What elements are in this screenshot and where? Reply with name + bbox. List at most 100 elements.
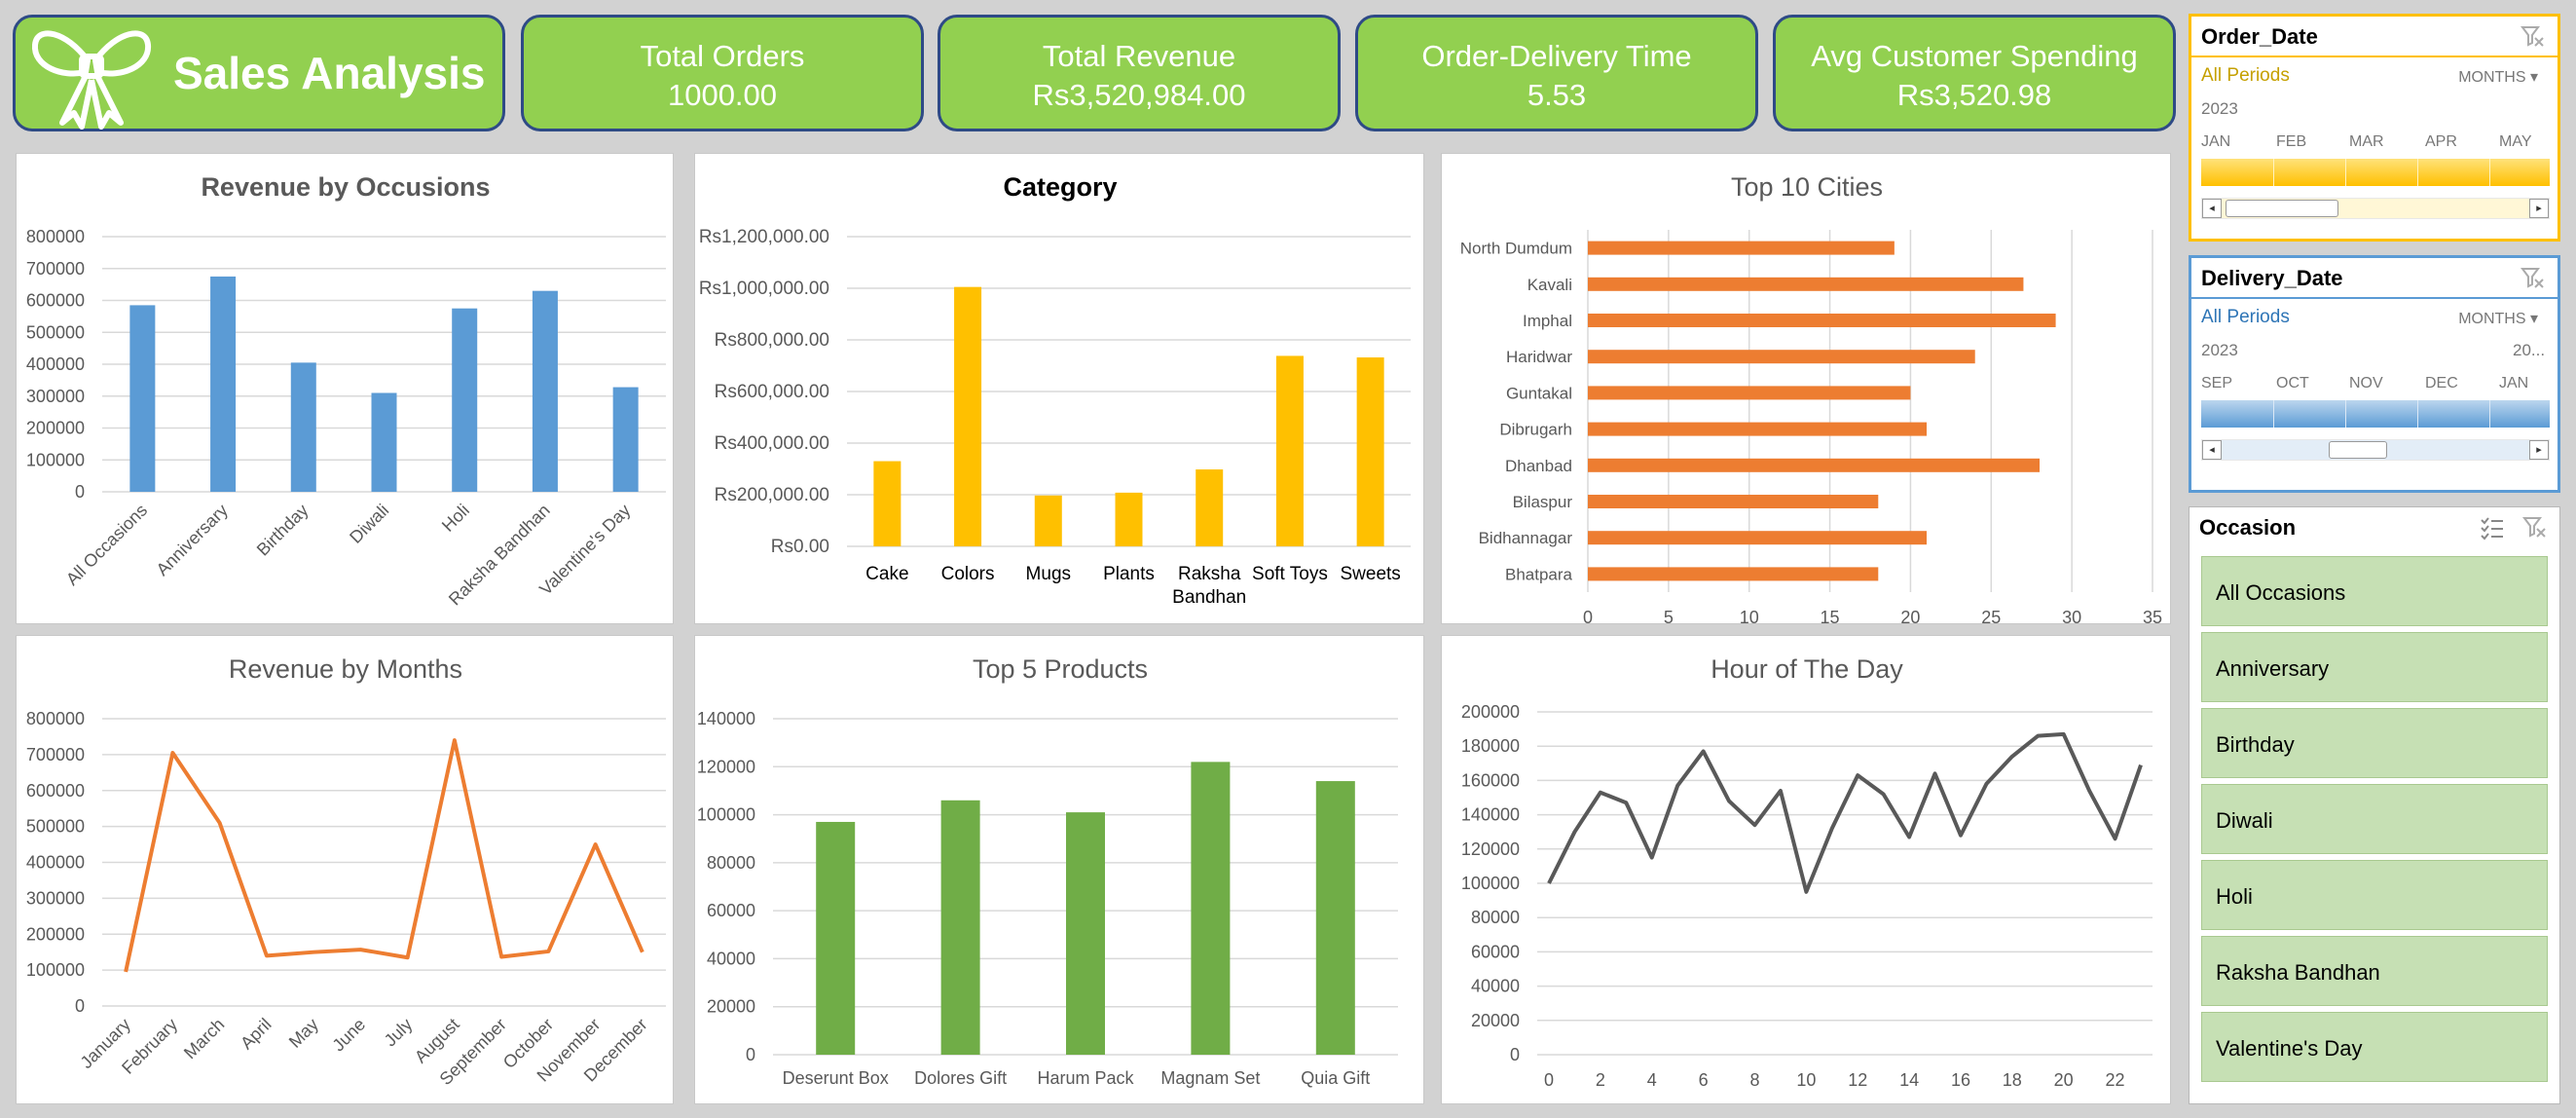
occasion-item-birthday[interactable]: Birthday — [2201, 708, 2548, 778]
bar — [1315, 781, 1355, 1055]
chart-top-10-cities[interactable]: Top 10 Cities 0 5 10 15 20 25 30 35 North Dumdum K… — [1441, 153, 2171, 625]
top-5-products-svg: Top 5 Products 0 20000 40000 60000 80000 10000… — [697, 654, 1398, 1088]
occasion-item-anniversary[interactable]: Anniversary — [2201, 632, 2548, 702]
timeline-year-next: 20... — [2513, 341, 2546, 359]
timeline-month[interactable]: SEP — [2201, 375, 2232, 392]
series-line — [1547, 731, 2143, 894]
x-tick-label: 10 — [1740, 608, 1759, 625]
bar — [532, 290, 558, 492]
timeline-month[interactable]: FEB — [2276, 133, 2306, 151]
timeline-scrollbar[interactable]: ◂ ▸ — [2201, 198, 2550, 219]
period-selector[interactable]: All Periods — [2201, 307, 2290, 328]
x-tick-label: 30 — [2062, 608, 2081, 625]
scroll-right-icon[interactable]: ▸ — [2529, 440, 2549, 460]
y-tick-label: 800000 — [26, 709, 85, 728]
bar — [1588, 531, 1927, 545]
period-selector[interactable]: All Periods — [2201, 65, 2290, 87]
y-tick-label: 20000 — [707, 997, 755, 1017]
timeline-month[interactable]: JAN — [2499, 375, 2528, 392]
occasion-item-raksha-bandhan[interactable]: Raksha Bandhan — [2201, 936, 2548, 1006]
occasion-slicer[interactable]: Occasion All Occasions Anniversary Birth… — [2189, 506, 2560, 1104]
chart-revenue-by-months[interactable]: Revenue by Months 0 100000 200000 300000 4000… — [16, 635, 674, 1104]
scrollbar-thumb[interactable] — [2329, 441, 2387, 459]
timeline-month[interactable]: JAN — [2201, 133, 2230, 151]
timeline-month[interactable]: NOV — [2349, 375, 2383, 392]
scroll-left-icon[interactable]: ◂ — [2202, 440, 2222, 460]
scrollbar-thumb[interactable] — [2226, 200, 2338, 217]
timeline-month[interactable]: DEC — [2425, 375, 2458, 392]
y-tick-label: 600000 — [26, 291, 85, 311]
timeline-selection-bar[interactable] — [2201, 159, 2550, 186]
y-tick-label: 100000 — [697, 805, 755, 825]
bar — [1196, 469, 1224, 546]
timeline-year: 2023 — [2201, 341, 2238, 359]
bar — [940, 800, 980, 1055]
chart-hour-of-the-day[interactable]: Hour of The Day 0 20000 40000 60000 80000 1000… — [1441, 635, 2171, 1104]
chart-top-5-products[interactable]: Top 5 Products 0 20000 40000 60000 80000 10000… — [694, 635, 1424, 1104]
y-tick-label: Rs800,000.00 — [715, 330, 829, 351]
occasion-item-all-occasions[interactable]: All Occasions — [2201, 556, 2548, 626]
y-tick-label: 80000 — [707, 853, 755, 873]
y-tick-label: 20000 — [1471, 1011, 1520, 1030]
y-tick-label: 700000 — [26, 259, 85, 279]
y-tick-label: 400000 — [26, 354, 85, 374]
kpi-label: Avg Customer Spending — [1811, 39, 2138, 73]
chart-category[interactable]: Category Rs0.00 Rs200,000.00 Rs400,000.00 Rs… — [694, 153, 1424, 624]
y-tick-label: Rs200,000.00 — [715, 485, 829, 505]
y-tick-label: 0 — [75, 996, 85, 1016]
y-tick-label: 0 — [1510, 1045, 1520, 1064]
scroll-right-icon[interactable]: ▸ — [2529, 199, 2549, 218]
timeline-month[interactable]: APR — [2425, 133, 2457, 151]
time-level-dropdown[interactable]: MONTHS ▾ — [2458, 67, 2538, 87]
timeline-scrollbar[interactable]: ◂ ▸ — [2201, 439, 2550, 461]
clear-filter-icon[interactable] — [2521, 24, 2546, 50]
y-tick-label: 140000 — [1461, 805, 1520, 825]
delivery-date-timeline-slicer[interactable]: Delivery_Date All Periods MONTHS ▾ 2023 … — [2189, 255, 2560, 493]
scroll-left-icon[interactable]: ◂ — [2202, 199, 2222, 218]
clear-filter-icon[interactable] — [2521, 266, 2546, 291]
y-tick-label: Imphal — [1523, 312, 1572, 330]
y-tick-label: 200000 — [26, 419, 85, 438]
time-level-dropdown[interactable]: MONTHS ▾ — [2458, 309, 2538, 328]
series-line — [124, 738, 644, 973]
kpi-value: 5.53 — [1527, 78, 1587, 112]
timeline-month[interactable]: MAY — [2499, 133, 2531, 151]
y-tick-label: Rs1,000,000.00 — [699, 279, 829, 299]
y-tick-label: 180000 — [1461, 736, 1520, 756]
x-tick-label: 20 — [2054, 1070, 2074, 1090]
occasion-item-valentines-day[interactable]: Valentine's Day — [2201, 1012, 2548, 1082]
bar — [873, 461, 902, 546]
x-tick-label: July — [381, 1015, 417, 1051]
kpi-value: Rs3,520,984.00 — [1032, 78, 1246, 112]
x-tick-label: Soft Toys — [1252, 564, 1328, 584]
x-tick-label: 0 — [1544, 1070, 1554, 1090]
category-svg: Category Rs0.00 Rs200,000.00 Rs400,000.00 Rs… — [699, 172, 1411, 608]
x-tick-label: May — [285, 1015, 322, 1052]
occasion-item-label: Diwali — [2216, 808, 2273, 833]
x-tick-label: Mugs — [1026, 564, 1071, 584]
order-date-timeline-slicer[interactable]: Order_Date All Periods MONTHS ▾ 2023 JAN… — [2189, 14, 2560, 242]
multi-select-icon[interactable] — [2480, 515, 2505, 540]
y-tick-label: 700000 — [26, 745, 85, 764]
occasion-item-holi[interactable]: Holi — [2201, 860, 2548, 930]
y-tick-label: Rs600,000.00 — [715, 382, 829, 402]
timeline-month[interactable]: MAR — [2349, 133, 2384, 151]
occasion-item-diwali[interactable]: Diwali — [2201, 784, 2548, 854]
timeline-selection-bar[interactable] — [2201, 400, 2550, 428]
x-tick-label: 2 — [1596, 1070, 1605, 1090]
bar — [1588, 458, 2040, 472]
x-tick-label: 6 — [1699, 1070, 1709, 1090]
chart-revenue-by-occasions[interactable]: Revenue by Occusions 0 100000 200000 300000 4… — [16, 153, 674, 624]
x-tick-label: Quia Gift — [1301, 1068, 1370, 1088]
occasion-item-label: Holi — [2216, 884, 2253, 909]
y-tick-label: 60000 — [1471, 942, 1520, 961]
x-tick-label: All Occasions — [62, 501, 151, 589]
y-tick-label: 300000 — [26, 888, 85, 908]
timeline-month[interactable]: OCT — [2276, 375, 2309, 392]
clear-filter-icon[interactable] — [2522, 515, 2548, 540]
y-tick-label: Bilaspur — [1513, 493, 1573, 511]
chart-title: Revenue by Months — [229, 654, 462, 684]
top-10-cities-svg: Top 10 Cities 0 5 10 15 20 25 30 35 North Dumdum K… — [1460, 172, 2162, 625]
bar — [1588, 422, 1927, 436]
kpi-total-orders: Total Orders 1000.00 — [521, 15, 924, 131]
